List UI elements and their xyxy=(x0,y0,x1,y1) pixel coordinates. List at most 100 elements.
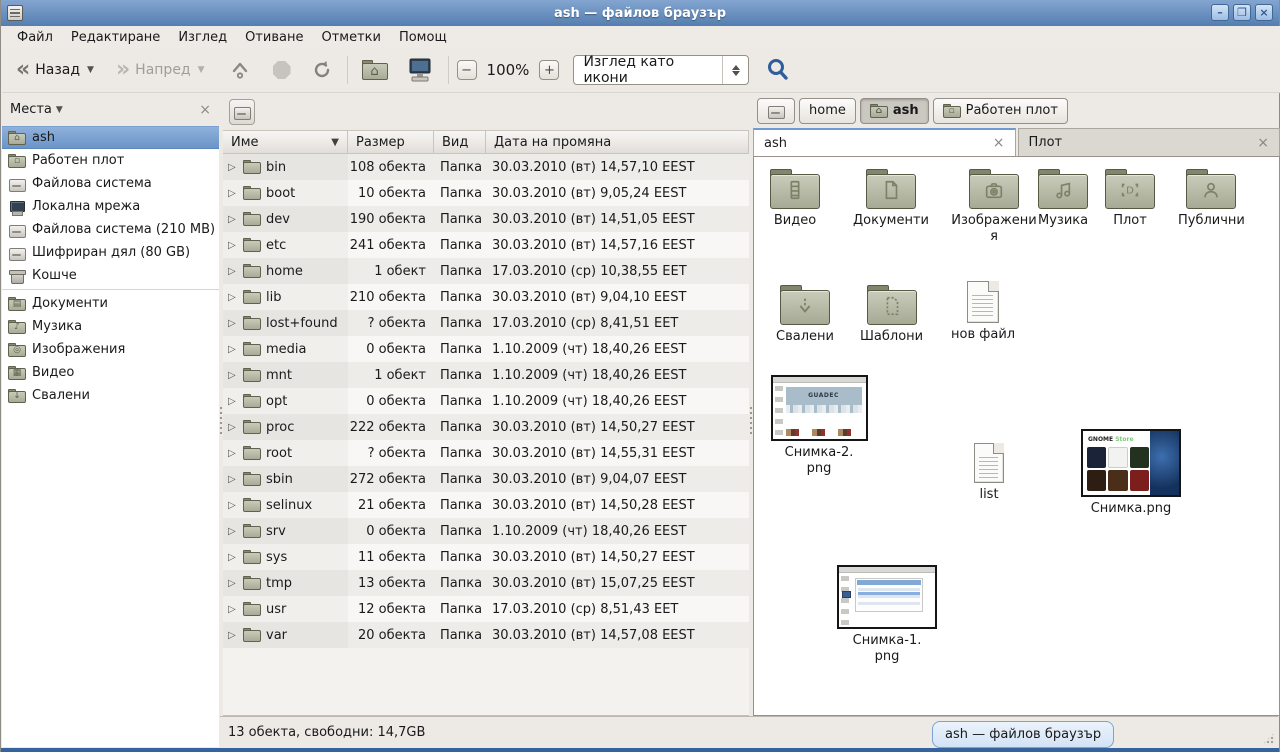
sidebar-item-Файлова система (210 MB)[interactable]: Файлова система (210 MB) xyxy=(2,218,219,241)
column-header-Дата на промяна[interactable]: Дата на промяна xyxy=(486,130,749,154)
sidebar-item-Файлова система[interactable]: Файлова система xyxy=(2,172,219,195)
computer-button[interactable] xyxy=(400,53,440,87)
sidebar-item-ash[interactable]: ⌂ash xyxy=(2,126,219,149)
expander-icon[interactable]: ▷ xyxy=(228,630,238,641)
minimize-button[interactable]: – xyxy=(1211,4,1229,21)
menu-item-Отиване[interactable]: Отиване xyxy=(236,28,312,47)
view-mode-select[interactable]: Изглед като икони xyxy=(573,55,749,85)
reload-button[interactable] xyxy=(305,55,339,85)
expander-icon[interactable]: ▷ xyxy=(228,370,238,381)
column-header-Име[interactable]: Име▼ xyxy=(223,130,348,154)
breadcrumb-home[interactable]: home xyxy=(799,98,856,124)
close-button[interactable]: × xyxy=(1255,4,1273,21)
column-header-Вид[interactable]: Вид xyxy=(434,130,486,154)
expander-icon[interactable]: ▷ xyxy=(228,318,238,329)
expander-icon[interactable]: ▷ xyxy=(228,188,238,199)
svg-text:D: D xyxy=(1126,186,1134,197)
cell-type: Папка xyxy=(434,518,486,544)
home-icon: ⌂ xyxy=(362,60,388,80)
file-item-Шаблони[interactable]: Шаблони xyxy=(860,285,923,345)
places-selector[interactable]: Места ▼ xyxy=(10,102,63,117)
file-item-Видео[interactable]: Видео xyxy=(770,169,820,229)
file-item-нов файл[interactable]: нов файл xyxy=(951,281,1015,343)
expander-icon[interactable]: ▷ xyxy=(228,448,238,459)
expander-icon[interactable]: ▷ xyxy=(228,266,238,277)
expander-icon[interactable]: ▷ xyxy=(228,344,238,355)
cell-name: ▷lib xyxy=(223,284,348,310)
expander-icon[interactable]: ▷ xyxy=(228,604,238,615)
sidebar-item-Шифриран дял (80 GB)[interactable]: Шифриран дял (80 GB) xyxy=(2,241,219,264)
file-item-Снимка.png[interactable]: GNOME StoreСнимка.png xyxy=(1081,429,1181,517)
drive-icon xyxy=(233,105,251,119)
file-name: var xyxy=(266,628,287,643)
expander-icon[interactable]: ▷ xyxy=(228,214,238,225)
expander-icon[interactable]: ▷ xyxy=(228,552,238,563)
expander-icon[interactable]: ▷ xyxy=(228,578,238,589)
expander-icon[interactable]: ▷ xyxy=(228,500,238,511)
forward-button[interactable]: » Напред ▼ xyxy=(110,57,211,83)
zoom-out-button[interactable]: − xyxy=(457,60,477,80)
sidebar-item-label: Изображения xyxy=(32,342,125,357)
file-item-Музика[interactable]: Музика xyxy=(1038,169,1088,229)
menu-item-Изглед[interactable]: Изглед xyxy=(169,28,236,47)
sidebar-item-Музика[interactable]: ♪Музика xyxy=(2,315,219,338)
sidebar-item-Документи[interactable]: ▤Документи xyxy=(2,292,219,315)
file-label: Документи xyxy=(853,213,929,229)
home-button[interactable]: ⌂ xyxy=(356,56,394,84)
back-dropdown-icon[interactable]: ▼ xyxy=(87,65,94,75)
forward-dropdown-icon[interactable]: ▼ xyxy=(198,65,205,75)
breadcrumb-ash[interactable]: ⌂ash xyxy=(860,98,929,124)
back-icon: « xyxy=(16,61,30,79)
icon-view-canvas[interactable]: Видео Документи ИзображенияМузика DПлот Публ… xyxy=(753,156,1280,716)
cell-type: Папка xyxy=(434,414,486,440)
file-item-Публични[interactable]: Публични xyxy=(1178,169,1245,229)
expander-icon[interactable]: ▷ xyxy=(228,396,238,407)
expander-icon[interactable]: ▷ xyxy=(228,526,238,537)
tab-Плот[interactable]: Плот× xyxy=(1018,128,1280,156)
file-item-Снимка-1.png[interactable]: Снимка-1.png xyxy=(837,565,937,665)
cell-size: 11 обекта xyxy=(348,544,434,570)
column-header-Размер[interactable]: Размер xyxy=(348,130,434,154)
up-button[interactable] xyxy=(223,55,257,85)
expander-icon[interactable]: ▷ xyxy=(228,474,238,485)
tab-ash[interactable]: ash× xyxy=(753,128,1016,156)
expander-icon[interactable]: ▷ xyxy=(228,422,238,433)
stop-button[interactable] xyxy=(267,57,297,83)
menu-item-Файл[interactable]: Файл xyxy=(8,28,62,47)
zoom-in-button[interactable]: + xyxy=(539,60,559,80)
menu-item-Помощ[interactable]: Помощ xyxy=(390,28,456,47)
expander-icon[interactable]: ▷ xyxy=(228,240,238,251)
file-item-Снимка-2.png[interactable]: GUADECСнимка-2.png xyxy=(771,375,868,477)
filesystem-root-button[interactable] xyxy=(229,99,255,125)
expander-icon[interactable]: ▷ xyxy=(228,162,238,173)
sidebar-close-button[interactable]: × xyxy=(199,102,211,118)
cell-date: 1.10.2009 (чт) 18,40,26 EEST xyxy=(486,388,749,414)
sidebar-item-Изображения[interactable]: ◎Изображения xyxy=(2,338,219,361)
resize-grip[interactable] xyxy=(1262,732,1275,745)
file-item-Свалени[interactable]: Свалени xyxy=(776,285,834,345)
sidebar-item-Видео[interactable]: ▦Видео xyxy=(2,361,219,384)
menu-item-Отметки[interactable]: Отметки xyxy=(312,28,389,47)
breadcrumb-root[interactable] xyxy=(757,98,795,124)
file-item-list[interactable]: list xyxy=(974,443,1004,503)
file-item-Плот[interactable]: DПлот xyxy=(1105,169,1155,229)
tab-close-icon[interactable]: × xyxy=(1257,135,1269,151)
expander-icon[interactable]: ▷ xyxy=(228,292,238,303)
file-item-Документи[interactable]: Документи xyxy=(853,169,929,229)
folder-icon xyxy=(243,628,261,642)
downloads-folder-icon: ↓ xyxy=(8,389,26,403)
tab-close-icon[interactable]: × xyxy=(993,135,1005,151)
maximize-button[interactable]: ❒ xyxy=(1233,4,1251,21)
sidebar-item-Свалени[interactable]: ↓Свалени xyxy=(2,384,219,407)
view-mode-stepper-icon[interactable] xyxy=(722,56,748,84)
search-button[interactable] xyxy=(759,53,797,87)
sidebar-item-Локална мрежа[interactable]: Локална мрежа xyxy=(2,195,219,218)
back-button[interactable]: « Назад ▼ xyxy=(10,57,100,83)
breadcrumb-Работен плот[interactable]: ▫Работен плот xyxy=(933,98,1068,124)
sidebar-item-Кошче[interactable]: Кошче xyxy=(2,264,219,287)
sidebar-item-Работен плот[interactable]: ▫Работен плот xyxy=(2,149,219,172)
file-name: root xyxy=(266,446,292,461)
file-item-Изображения[interactable]: Изображения xyxy=(951,169,1037,245)
cell-size: 0 обекта xyxy=(348,336,434,362)
menu-item-Редактиране[interactable]: Редактиране xyxy=(62,28,169,47)
